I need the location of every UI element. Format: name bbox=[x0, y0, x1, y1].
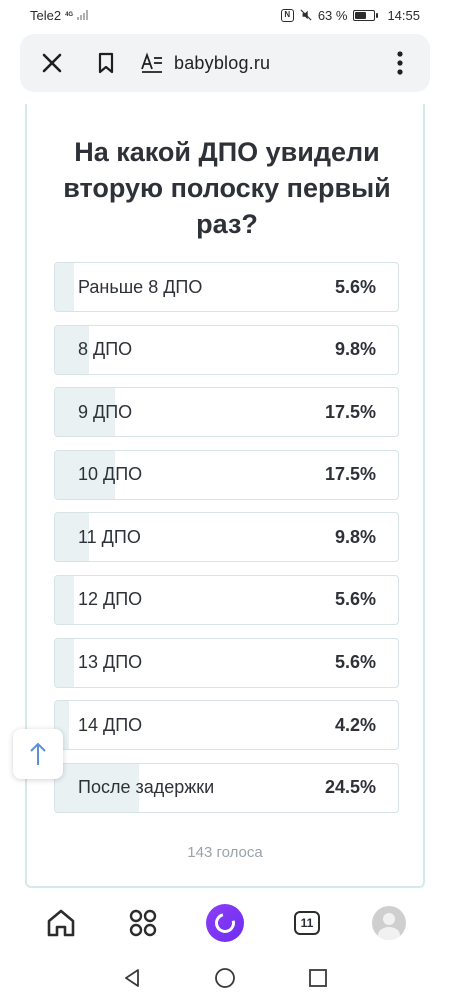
poll-option-percent: 17.5% bbox=[324, 464, 376, 485]
poll-option-label: 14 ДПО bbox=[78, 714, 143, 735]
poll-option-percent: 5.6% bbox=[334, 652, 376, 673]
poll-option-fill bbox=[55, 638, 75, 687]
nav-profile[interactable] bbox=[367, 901, 411, 945]
network-type: 4G bbox=[65, 12, 73, 18]
poll-option-label: 9 ДПО bbox=[78, 401, 133, 422]
scroll-to-top-button[interactable] bbox=[13, 729, 63, 779]
status-right: N 63 % 14:55 bbox=[280, 7, 420, 23]
poll-option-percent: 9.8% bbox=[334, 526, 376, 547]
more-vertical-icon bbox=[397, 51, 403, 75]
url-text: babyblog.ru bbox=[174, 52, 271, 73]
poll-option-percent: 4.2% bbox=[334, 714, 376, 735]
poll-option-label: 11 ДПО bbox=[78, 526, 141, 547]
poll-option[interactable]: 12 ДПО 5.6% bbox=[54, 574, 399, 625]
apps-grid-icon bbox=[129, 909, 157, 937]
poll-option[interactable]: Раньше 8 ДПО 5.6% bbox=[54, 262, 399, 312]
signal-icon bbox=[77, 10, 89, 20]
reader-mode-icon bbox=[141, 52, 162, 73]
battery-icon bbox=[353, 9, 379, 21]
home-icon bbox=[47, 909, 75, 937]
poll-option-percent: 5.6% bbox=[334, 589, 376, 610]
tabs-icon: 11 bbox=[294, 911, 320, 935]
more-menu-button[interactable] bbox=[384, 47, 416, 79]
close-icon bbox=[42, 53, 62, 73]
poll-option-percent: 9.8% bbox=[334, 339, 376, 360]
nav-home[interactable] bbox=[39, 901, 83, 945]
close-button[interactable] bbox=[36, 47, 68, 79]
poll-option[interactable]: 14 ДПО 4.2% bbox=[54, 700, 399, 751]
votes-count: 143 голоса bbox=[187, 844, 263, 861]
poll-option-label: Раньше 8 ДПО bbox=[78, 276, 203, 297]
poll-option-percent: 17.5% bbox=[324, 401, 376, 422]
nav-tabs[interactable]: 11 bbox=[285, 901, 329, 945]
poll-title: На какой ДПО увидели вторую полоску перв… bbox=[63, 137, 391, 239]
nav-alice[interactable] bbox=[203, 901, 247, 945]
poll-option[interactable]: 11 ДПО 9.8% bbox=[54, 512, 399, 563]
poll-option-label: 10 ДПО bbox=[78, 464, 143, 485]
poll-option-fill bbox=[55, 575, 75, 624]
poll-option-label: 8 ДПО bbox=[78, 339, 133, 360]
poll-card: На какой ДПО увидели вторую полоску перв… bbox=[25, 104, 425, 888]
home-circle-icon[interactable] bbox=[214, 967, 236, 989]
poll-option-label: После задержки bbox=[78, 777, 215, 798]
recents-icon[interactable] bbox=[308, 968, 328, 988]
battery-level bbox=[355, 11, 367, 19]
poll-option[interactable]: 10 ДПО 17.5% bbox=[54, 449, 399, 500]
system-navigation bbox=[0, 955, 450, 1000]
profile-avatar bbox=[372, 906, 406, 940]
arrow-up-icon bbox=[30, 742, 46, 765]
poll-option-label: 13 ДПО bbox=[78, 652, 143, 673]
poll-option[interactable]: 8 ДПО 9.8% bbox=[54, 324, 399, 375]
poll-option-percent: 24.5% bbox=[324, 777, 376, 798]
poll-option[interactable]: 9 ДПО 17.5% bbox=[54, 387, 399, 438]
bottom-navigation: 11 bbox=[0, 893, 450, 953]
browser-address-bar: babyblog.ru bbox=[20, 34, 430, 92]
poll-option-label: 12 ДПО bbox=[78, 589, 143, 610]
vibrate-icon bbox=[300, 9, 312, 21]
status-bar: Tele2 4G N 63 % 14:55 bbox=[0, 0, 450, 30]
poll-option-fill bbox=[55, 263, 75, 311]
nfc-icon: N bbox=[280, 8, 294, 22]
nav-apps[interactable] bbox=[121, 901, 165, 945]
bookmark-button[interactable] bbox=[90, 47, 122, 79]
carrier-name: Tele2 bbox=[30, 7, 62, 23]
bookmark-icon bbox=[98, 52, 114, 74]
poll-option-percent: 5.6% bbox=[334, 276, 376, 297]
poll-option[interactable]: 13 ДПО 5.6% bbox=[54, 637, 399, 688]
battery-percent: 63 % bbox=[317, 7, 348, 23]
status-left: Tele2 4G bbox=[30, 7, 89, 23]
url-field[interactable]: babyblog.ru bbox=[140, 52, 384, 74]
poll-option[interactable]: После задержки 24.5% bbox=[54, 762, 399, 813]
clock: 14:55 bbox=[387, 7, 420, 23]
alice-assistant-icon bbox=[206, 904, 244, 942]
network-label: 4G bbox=[65, 12, 74, 18]
poll-options: Раньше 8 ДПО 5.6% 8 ДПО 9.8% 9 ДПО 17.5% 10 ДП… bbox=[54, 262, 399, 825]
back-icon[interactable] bbox=[122, 967, 142, 989]
